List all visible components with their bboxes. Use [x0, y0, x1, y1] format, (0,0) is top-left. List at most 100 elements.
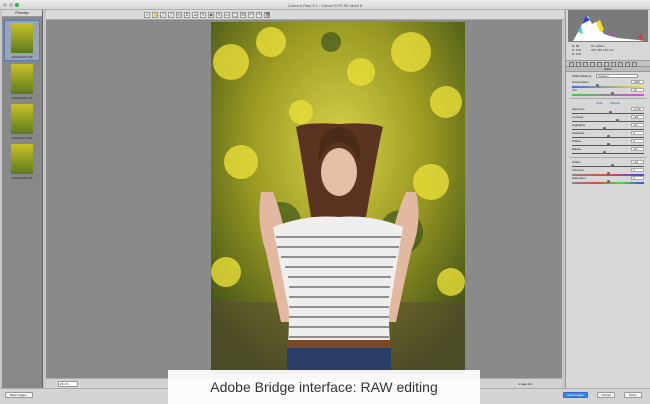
- thumbnail-image: [11, 144, 33, 174]
- slider-track[interactable]: [572, 128, 644, 130]
- slider-tint[interactable]: Tint +8: [566, 88, 650, 96]
- cancel-button[interactable]: Cancel: [597, 392, 615, 398]
- slider-label: Blacks: [572, 147, 581, 151]
- slider-vibrance[interactable]: Vibrance 0: [566, 168, 650, 176]
- slider-handle[interactable]: [610, 92, 614, 95]
- camera-calibration-tab-icon[interactable]: [618, 62, 623, 67]
- white-balance-icon[interactable]: ╱: [160, 11, 166, 18]
- slider-saturation[interactable]: Saturation 0: [566, 176, 650, 184]
- rotate-right-icon[interactable]: ↷: [256, 11, 262, 18]
- snapshots-tab-icon[interactable]: [632, 62, 637, 67]
- histogram: [568, 10, 648, 42]
- slider-handle[interactable]: [609, 111, 613, 114]
- default-link[interactable]: Default: [610, 101, 620, 105]
- adjustment-brush-icon[interactable]: ✎: [216, 11, 222, 18]
- slider-handle[interactable]: [603, 127, 607, 130]
- thumbnail-filename: 0A0A1438.CR2: [11, 176, 33, 180]
- color-sampler-icon[interactable]: ╱: [168, 11, 174, 18]
- slider-handle[interactable]: [615, 119, 619, 122]
- zoom-level-select[interactable]: 26.1%: [58, 381, 78, 387]
- slider-value-input[interactable]: +500: [631, 80, 644, 84]
- filmstrip-thumbnail[interactable]: 0A0A1438.CR2: [4, 144, 40, 181]
- slider-value-input[interactable]: +0.30: [631, 107, 644, 111]
- slider-track[interactable]: [572, 120, 644, 122]
- slider-label: Exposure: [572, 107, 585, 111]
- done-button[interactable]: Done: [624, 392, 642, 398]
- filmstrip-thumbnail[interactable]: 0A0A1435.CR2: [4, 20, 40, 61]
- slider-track[interactable]: [572, 152, 644, 154]
- slider-temperature[interactable]: Temperature +500: [566, 80, 650, 88]
- basic-tab-icon[interactable]: [569, 62, 574, 67]
- tone-curve-tab-icon[interactable]: [576, 62, 581, 67]
- slider-label: Contrast: [572, 115, 584, 119]
- slider-handle[interactable]: [607, 143, 610, 146]
- filmstrip-thumbnail[interactable]: 0A0A1436.CR2: [4, 64, 40, 101]
- preferences-icon[interactable]: ☰: [240, 11, 246, 18]
- detail-tab-icon[interactable]: [583, 62, 588, 67]
- slider-value-input[interactable]: 0: [631, 139, 644, 143]
- spot-removal-icon[interactable]: ✎: [200, 11, 206, 18]
- slider-shadows[interactable]: Shadows 0: [566, 131, 650, 139]
- slider-handle[interactable]: [607, 180, 610, 183]
- slider-handle[interactable]: [607, 135, 610, 138]
- red-eye-icon[interactable]: ◉: [208, 11, 214, 18]
- white-balance-label: White Balance:: [572, 74, 593, 78]
- slider-label: Shadows: [572, 131, 585, 135]
- slider-exposure[interactable]: Exposure +0.30: [566, 107, 650, 115]
- thumbnail-image: [11, 104, 33, 134]
- slider-value-input[interactable]: -10: [631, 123, 644, 127]
- thumbnail-filename: 0A0A1437.CR2: [11, 136, 33, 140]
- adjustments-panel: R: 88 G: 103 B: 128 f/2 1/400 s ISO 400 135…: [565, 10, 650, 388]
- slider-label: Temperature: [572, 80, 589, 84]
- crop-icon[interactable]: ⌗: [184, 11, 190, 18]
- target-adjust-icon[interactable]: ◎: [176, 11, 182, 18]
- zoom-icon[interactable]: ⌕: [144, 11, 150, 18]
- slider-value-input[interactable]: +10: [631, 160, 644, 164]
- iso: ISO 400: [591, 48, 603, 52]
- slider-value-input[interactable]: -10: [631, 147, 644, 151]
- slider-label: Saturation: [572, 176, 586, 180]
- panel-tabs: [566, 60, 650, 67]
- slider-value-input[interactable]: 0: [631, 168, 644, 172]
- slider-contrast[interactable]: Contrast +25: [566, 115, 650, 123]
- photo-preview: [211, 22, 465, 374]
- save-image-button[interactable]: Save Image...: [5, 392, 33, 398]
- image-canvas[interactable]: [46, 20, 562, 378]
- slider-label: Vibrance: [572, 168, 584, 172]
- slider-blacks[interactable]: Blacks -10: [566, 147, 650, 155]
- straighten-icon[interactable]: ⊿: [192, 11, 198, 18]
- slider-track[interactable]: [572, 93, 644, 96]
- auto-link[interactable]: Auto: [596, 101, 602, 105]
- split-toning-tab-icon[interactable]: [597, 62, 602, 67]
- slider-clarity[interactable]: Clarity +10: [566, 160, 650, 168]
- slider-track[interactable]: [572, 112, 644, 114]
- trash-icon[interactable]: 🗑: [264, 11, 270, 18]
- slider-label: Whites: [572, 139, 582, 143]
- radial-filter-icon[interactable]: ◯: [232, 11, 238, 18]
- slider-value-input[interactable]: 0: [631, 176, 644, 180]
- slider-whites[interactable]: Whites 0: [566, 139, 650, 147]
- slider-handle[interactable]: [603, 151, 607, 154]
- open-image-button[interactable]: Open Image: [563, 392, 588, 398]
- slider-handle[interactable]: [610, 164, 614, 167]
- slider-label: Highlights: [572, 123, 586, 127]
- slider-handle[interactable]: [607, 172, 610, 175]
- slider-highlights[interactable]: Highlights -10: [566, 123, 650, 131]
- slider-value-input[interactable]: +8: [631, 88, 644, 92]
- filmstrip-thumbnail[interactable]: 0A0A1437.CR2: [4, 104, 40, 141]
- graduated-filter-icon[interactable]: ▭: [224, 11, 230, 18]
- slider-label: Clarity: [572, 160, 581, 164]
- filmstrip: Filmstrip 0A0A1435.CR2 0A0A1436.CR2 0A0A14…: [2, 10, 43, 388]
- thumbnail-image: [11, 64, 33, 94]
- presets-tab-icon[interactable]: [625, 62, 630, 67]
- slider-value-input[interactable]: 0: [631, 131, 644, 135]
- hand-icon[interactable]: ✋: [152, 11, 158, 18]
- white-balance-select[interactable]: Custom: [596, 74, 639, 78]
- thumbnail-filename: 0A0A1435.CR2: [11, 55, 33, 59]
- slider-value-input[interactable]: +25: [631, 115, 644, 119]
- image-info: R: 88 G: 103 B: 128 f/2 1/400 s ISO 400 135…: [566, 42, 650, 60]
- rotate-left-icon[interactable]: ↶: [248, 11, 254, 18]
- filmstrip-header[interactable]: Filmstrip: [2, 10, 42, 17]
- slider-track[interactable]: [572, 165, 644, 167]
- hsl-tab-icon[interactable]: [590, 62, 595, 67]
